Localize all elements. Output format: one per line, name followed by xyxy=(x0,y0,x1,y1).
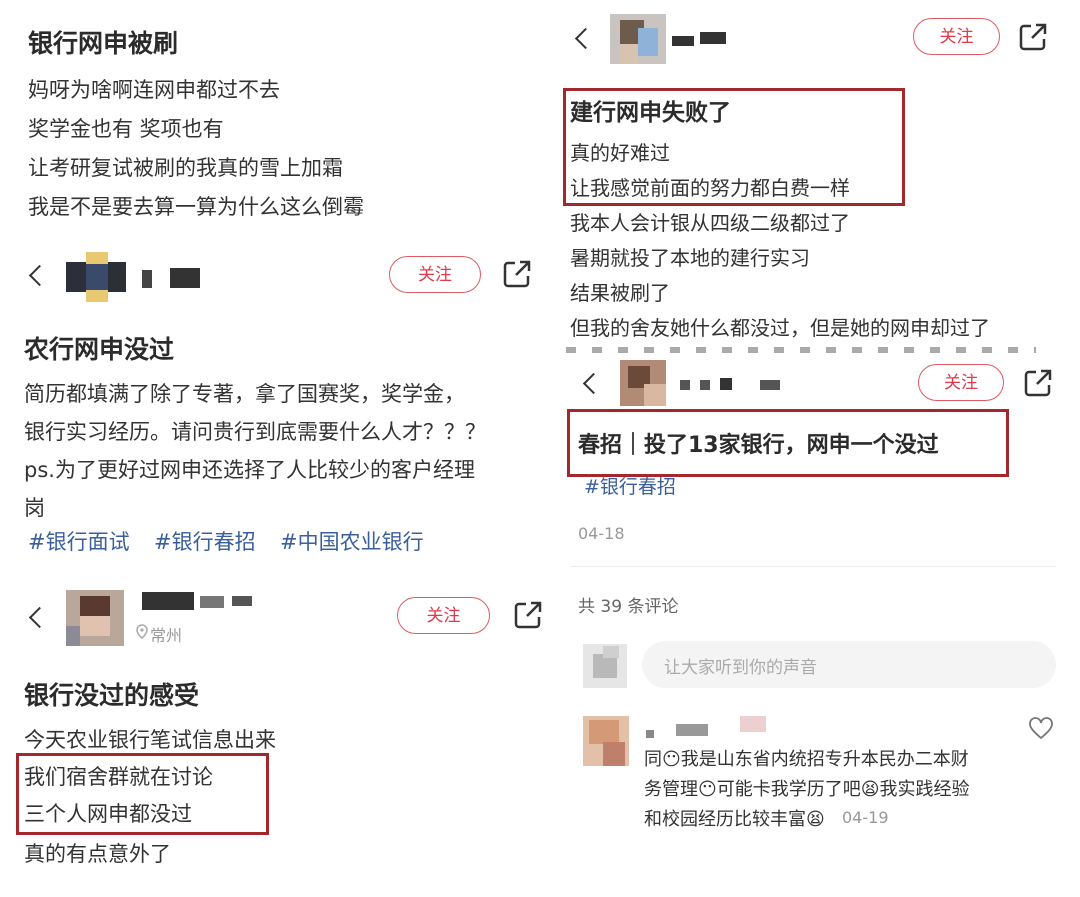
location-pin-icon xyxy=(136,624,148,639)
post-date: 04-18 xyxy=(578,524,625,543)
share-icon[interactable] xyxy=(1023,368,1053,398)
avatar[interactable] xyxy=(66,590,124,646)
back-chevron-icon[interactable] xyxy=(28,264,51,287)
comment-line: 和校园经历比较丰富😫 xyxy=(644,809,825,830)
hashtag-link[interactable]: #银行面试 xyxy=(28,526,130,556)
username-blurred xyxy=(760,380,780,390)
follow-button[interactable]: 关注 xyxy=(397,597,490,634)
post2-line: 岗 xyxy=(24,496,45,520)
post1-line: 奖学金也有 奖项也有 xyxy=(28,117,224,141)
avatar[interactable] xyxy=(620,360,666,406)
follow-button[interactable]: 关注 xyxy=(918,364,1004,401)
avatar[interactable] xyxy=(610,14,666,64)
post1-line: 让考研复试被刷的我真的雪上加霜 xyxy=(28,156,343,180)
username-blurred xyxy=(170,268,200,288)
post2-line: 银行实习经历。请问贵行到底需要什么人才？？？ xyxy=(24,420,486,444)
back-chevron-icon[interactable] xyxy=(574,27,597,50)
avatar[interactable] xyxy=(66,252,126,302)
username-blurred xyxy=(700,380,710,390)
commenter-name-blurred xyxy=(740,716,766,732)
commenter-name-blurred xyxy=(646,730,654,738)
comment-line: 务管理😶可能卡我学历了吧😫我实践经验 xyxy=(644,779,970,800)
hashtag-link[interactable]: #银行春招 xyxy=(154,526,256,556)
location-label: 常州 xyxy=(150,626,183,645)
cropped-text-remnant xyxy=(566,347,1036,353)
post3-title: 银行没过的感受 xyxy=(24,681,200,710)
username-blurred xyxy=(680,380,690,390)
post1-title: 银行网申被刷 xyxy=(28,29,179,58)
post3-line: 真的有点意外了 xyxy=(24,842,171,866)
hashtag-link[interactable]: #银行春招 xyxy=(584,472,676,499)
post3-line: 三个人网申都没过 xyxy=(24,802,192,826)
post3-line: 我们宿舍群就在讨论 xyxy=(24,765,213,789)
comment-line: 同😶我是山东省内统招专升本民办二本财 xyxy=(644,749,969,770)
username-blurred xyxy=(700,32,726,44)
follow-button[interactable]: 关注 xyxy=(389,256,481,293)
post4-line: 但我的舍友她什么都没过，但是她的网申却过了 xyxy=(570,316,990,340)
hashtag-link[interactable]: #中国农业银行 xyxy=(280,526,424,556)
commenter-avatar[interactable] xyxy=(583,716,629,766)
username-blurred xyxy=(672,36,694,46)
post4-line: 我本人会计银从四级二级都过了 xyxy=(570,211,850,235)
back-chevron-icon[interactable] xyxy=(582,372,605,395)
post4-title: 建行网申失败了 xyxy=(570,100,731,126)
username-blurred xyxy=(200,596,224,608)
username-blurred xyxy=(232,596,252,606)
username-blurred xyxy=(720,378,732,390)
post1-line: 我是不是要去算一算为什么这么倒霉 xyxy=(28,195,364,219)
comment-input[interactable]: 让大家听到你的声音 xyxy=(642,641,1056,688)
divider xyxy=(570,566,1056,567)
back-chevron-icon[interactable] xyxy=(28,606,51,629)
heart-icon[interactable] xyxy=(1028,716,1054,740)
post4-line: 结果被刷了 xyxy=(570,281,670,305)
post3-line: 今天农业银行笔试信息出来 xyxy=(24,728,276,752)
share-icon[interactable] xyxy=(1018,22,1048,52)
current-user-avatar xyxy=(583,644,627,688)
share-icon[interactable] xyxy=(502,259,532,289)
commenter-name-blurred xyxy=(676,724,708,736)
post4-line: 真的好难过 xyxy=(570,141,670,165)
post2-title: 农行网申没过 xyxy=(24,335,175,364)
follow-button[interactable]: 关注 xyxy=(913,18,1000,55)
username-blurred xyxy=(142,270,152,288)
post1-line: 妈呀为啥啊连网申都过不去 xyxy=(28,78,280,102)
post4-line: 暑期就投了本地的建行实习 xyxy=(570,246,810,270)
post2-line: ps.为了更好过网申还选择了人比较少的客户经理 xyxy=(24,458,475,482)
username-blurred xyxy=(142,592,194,610)
comment-date: 04-19 xyxy=(842,808,889,827)
share-icon[interactable] xyxy=(513,600,543,630)
comment-count: 共 39 条评论 xyxy=(578,597,679,617)
post2-line: 简历都填满了除了专著，拿了国赛奖，奖学金， xyxy=(24,382,465,406)
post4-line: 让我感觉前面的努力都白费一样 xyxy=(570,176,850,200)
post5-title: 春招｜投了13家银行，网申一个没过 xyxy=(578,433,939,458)
comment-placeholder: 让大家听到你的声音 xyxy=(664,658,817,678)
